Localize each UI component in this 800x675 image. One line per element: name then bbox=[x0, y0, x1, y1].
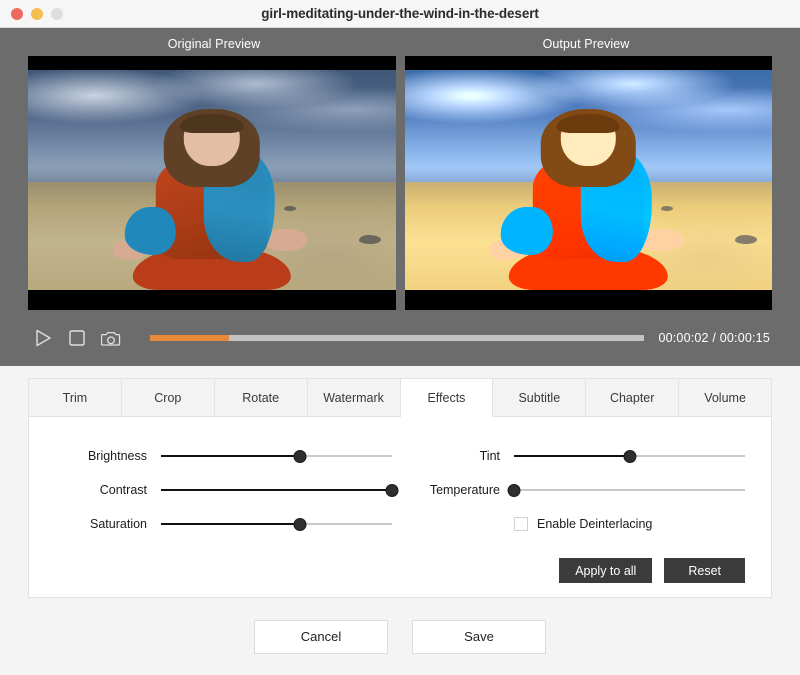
slider-filled bbox=[161, 489, 392, 492]
contrast-label: Contrast bbox=[55, 483, 147, 497]
save-button[interactable]: Save bbox=[412, 620, 546, 654]
output-preview-video[interactable] bbox=[405, 56, 773, 310]
time-display: 00:00:02 / 00:00:15 bbox=[658, 331, 770, 345]
deinterlacing-checkbox[interactable] bbox=[514, 517, 528, 531]
contrast-slider[interactable] bbox=[161, 483, 392, 497]
tab-volume[interactable]: Volume bbox=[679, 379, 771, 417]
tab-label: Crop bbox=[154, 391, 181, 405]
snapshot-button[interactable] bbox=[94, 321, 128, 355]
effects-panel: Brightness Tint bbox=[29, 417, 771, 597]
slider-thumb[interactable] bbox=[386, 484, 399, 497]
window-title: girl-meditating-under-the-wind-in-the-de… bbox=[0, 6, 800, 21]
brightness-row: Brightness bbox=[55, 439, 392, 473]
tab-watermark[interactable]: Watermark bbox=[308, 379, 401, 417]
saturation-label: Saturation bbox=[55, 517, 147, 531]
figure-left-sleeve bbox=[501, 207, 553, 255]
tab-chapter[interactable]: Chapter bbox=[586, 379, 679, 417]
tab-label: Chapter bbox=[610, 391, 654, 405]
temperature-slider[interactable] bbox=[514, 483, 745, 497]
tab-label: Effects bbox=[427, 391, 465, 405]
contrast-row: Contrast bbox=[55, 473, 392, 507]
tint-label: Tint bbox=[408, 449, 500, 463]
zoom-button bbox=[51, 8, 63, 20]
dialog-footer: Cancel Save bbox=[0, 598, 800, 675]
preview-labels: Original Preview Output Preview bbox=[28, 28, 772, 56]
tab-subtitle[interactable]: Subtitle bbox=[493, 379, 586, 417]
tab-label: Volume bbox=[704, 391, 746, 405]
original-preview-video[interactable] bbox=[28, 56, 396, 310]
stop-icon bbox=[69, 330, 85, 346]
slider-thumb[interactable] bbox=[293, 518, 306, 531]
minimize-button[interactable] bbox=[31, 8, 43, 20]
preview-area bbox=[28, 56, 772, 310]
figure-bangs bbox=[557, 114, 621, 132]
effects-actions: Apply to all Reset bbox=[559, 558, 745, 583]
video-editor-window: girl-meditating-under-the-wind-in-the-de… bbox=[0, 0, 800, 675]
slider-rail bbox=[514, 489, 745, 491]
close-button[interactable] bbox=[11, 8, 23, 20]
stop-button[interactable] bbox=[60, 321, 94, 355]
meditating-figure bbox=[113, 105, 311, 290]
tab-label: Subtitle bbox=[518, 391, 560, 405]
rock-shape bbox=[359, 235, 381, 244]
apply-to-all-button[interactable]: Apply to all bbox=[559, 558, 652, 583]
tint-slider[interactable] bbox=[514, 449, 745, 463]
reset-button[interactable]: Reset bbox=[664, 558, 745, 583]
editor-card: Trim Crop Rotate Watermark Effects Subti… bbox=[28, 378, 772, 598]
play-icon bbox=[35, 329, 52, 347]
saturation-slider[interactable] bbox=[161, 517, 392, 531]
window-controls bbox=[11, 8, 63, 20]
figure-bangs bbox=[180, 114, 244, 132]
editor-tabs: Trim Crop Rotate Watermark Effects Subti… bbox=[29, 379, 771, 417]
playback-progress-fill bbox=[150, 335, 229, 341]
tab-crop[interactable]: Crop bbox=[122, 379, 215, 417]
original-video-frame bbox=[28, 70, 396, 290]
meditating-figure bbox=[489, 105, 687, 290]
deinterlacing-row: Enable Deinterlacing bbox=[408, 507, 745, 541]
tab-effects[interactable]: Effects bbox=[401, 379, 494, 417]
tab-label: Watermark bbox=[323, 391, 384, 405]
title-bar: girl-meditating-under-the-wind-in-the-de… bbox=[0, 0, 800, 28]
tab-label: Rotate bbox=[242, 391, 279, 405]
play-button[interactable] bbox=[26, 321, 60, 355]
tab-rotate[interactable]: Rotate bbox=[215, 379, 308, 417]
transport-bar: 00:00:02 / 00:00:15 bbox=[28, 310, 772, 366]
output-video-frame bbox=[405, 70, 773, 290]
temperature-label: Temperature bbox=[408, 483, 500, 497]
figure-left-sleeve bbox=[124, 207, 176, 255]
tint-row: Tint bbox=[408, 439, 745, 473]
cancel-button[interactable]: Cancel bbox=[254, 620, 388, 654]
saturation-row: Saturation bbox=[55, 507, 392, 541]
slider-thumb[interactable] bbox=[508, 484, 521, 497]
brightness-slider[interactable] bbox=[161, 449, 392, 463]
rock-shape bbox=[735, 235, 757, 244]
slider-filled bbox=[161, 455, 300, 458]
effects-slider-grid: Brightness Tint bbox=[55, 439, 745, 541]
media-panel: Original Preview Output Preview bbox=[0, 28, 800, 366]
slider-thumb[interactable] bbox=[623, 450, 636, 463]
camera-icon bbox=[101, 330, 121, 347]
output-preview-label: Output Preview bbox=[400, 37, 772, 51]
brightness-label: Brightness bbox=[55, 449, 147, 463]
slider-filled bbox=[514, 455, 630, 458]
original-preview-label: Original Preview bbox=[28, 37, 400, 51]
deinterlacing-label: Enable Deinterlacing bbox=[537, 517, 652, 531]
temperature-row: Temperature bbox=[408, 473, 745, 507]
slider-filled bbox=[161, 523, 300, 526]
tab-trim[interactable]: Trim bbox=[29, 379, 122, 417]
playback-progress-slider[interactable] bbox=[150, 335, 644, 341]
slider-thumb[interactable] bbox=[293, 450, 306, 463]
tab-label: Trim bbox=[63, 391, 88, 405]
